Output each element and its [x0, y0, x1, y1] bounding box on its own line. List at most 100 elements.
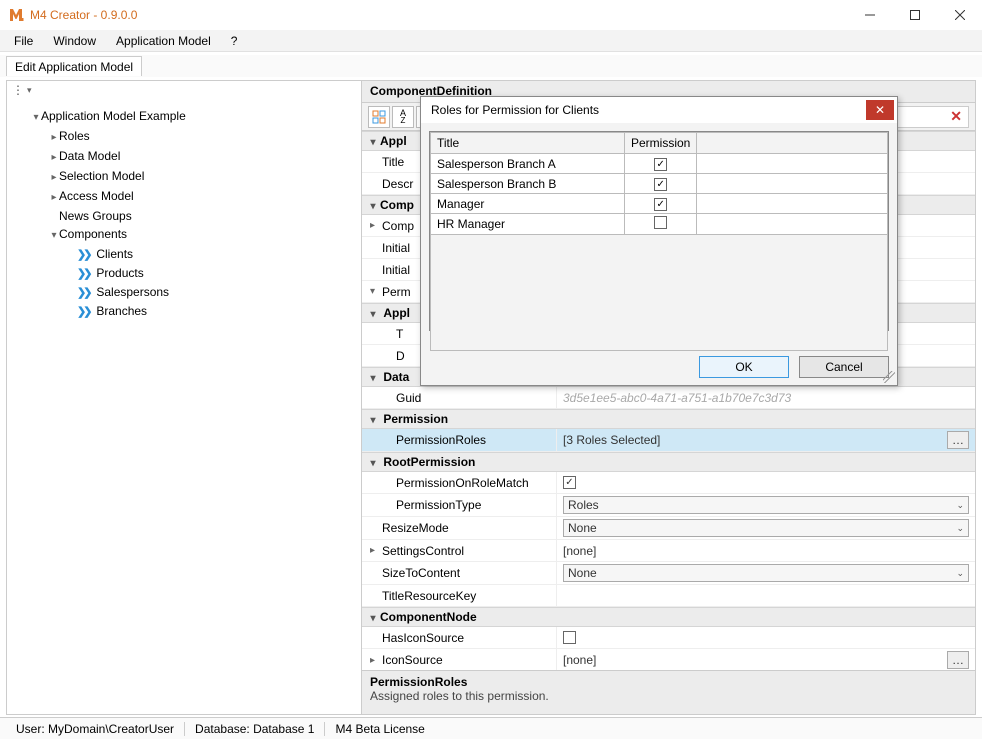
table-row: Salesperson Branch B✓ — [431, 174, 888, 194]
prop-perm: Perm — [382, 285, 411, 299]
cat-rootpermission[interactable]: RootPermission — [383, 455, 475, 469]
component-icon — [77, 302, 93, 321]
tree-roles[interactable]: Roles — [59, 129, 90, 143]
tree-components[interactable]: Components — [59, 227, 127, 241]
prop-initial2: Initial — [382, 263, 410, 277]
tree-selectionmodel[interactable]: Selection Model — [59, 169, 144, 183]
status-license: M4 Beta License — [325, 722, 434, 736]
roles-dialog: Roles for Permission for Clients ✕ Title… — [420, 96, 898, 386]
menu-window[interactable]: Window — [43, 32, 106, 50]
cat-permission[interactable]: Permission — [383, 412, 448, 426]
application-model-tree[interactable]: Application Model Example Roles Data Mod… — [7, 101, 361, 327]
prop-guid: Guid — [396, 391, 421, 405]
clear-icon[interactable]: ✕ — [950, 108, 962, 125]
table-row: HR Manager — [431, 214, 888, 235]
dialog-titlebar[interactable]: Roles for Permission for Clients ✕ — [421, 97, 897, 123]
resizemode-dropdown[interactable]: None⌄ — [563, 519, 969, 537]
tree-comp-clients[interactable]: Clients — [96, 247, 133, 261]
prop-title: Title — [382, 155, 404, 169]
tree-comp-branches[interactable]: Branches — [96, 304, 147, 318]
title-bar: M4 Creator - 0.9.0.0 — [0, 0, 982, 30]
permissionroles-value[interactable]: [3 Roles Selected] — [563, 433, 943, 447]
col-permission[interactable]: Permission — [624, 133, 696, 154]
prop-d: D — [396, 349, 405, 363]
component-icon — [77, 264, 93, 283]
expander-icon[interactable] — [49, 227, 59, 245]
checkbox[interactable]: ✓ — [654, 178, 667, 191]
tab-options-button[interactable]: ⋮▾ — [8, 80, 30, 100]
menu-help[interactable]: ? — [221, 32, 248, 50]
checkbox[interactable] — [654, 216, 667, 229]
tree-panel: Application Model Example Roles Data Mod… — [7, 81, 362, 714]
prop-t: T — [396, 327, 403, 341]
expander-icon[interactable] — [49, 189, 59, 207]
maximize-button[interactable] — [892, 0, 937, 30]
guid-value: 3d5e1ee5-abc0-4a71-a751-a1b70e7c3d73 — [563, 391, 791, 405]
menu-bar: File Window Application Model ? — [0, 30, 982, 52]
prop-stc: SizeToContent — [382, 566, 460, 580]
prop-comp: Comp — [382, 219, 414, 233]
tree-accessmodel[interactable]: Access Model — [59, 189, 134, 203]
categorized-button[interactable] — [368, 106, 390, 128]
permissiontype-dropdown[interactable]: Roles⌄ — [563, 496, 969, 514]
settings-value: [none] — [563, 544, 596, 558]
table-row: Salesperson Branch A✓ — [431, 154, 888, 174]
tree-root[interactable]: Application Model Example — [41, 109, 186, 123]
tree-newsgroups[interactable]: News Groups — [59, 209, 132, 223]
prop-descr: Descr — [382, 177, 413, 191]
checkbox[interactable]: ✓ — [563, 476, 576, 489]
prop-ptype: PermissionType — [396, 498, 481, 512]
status-user: User: MyDomain\CreatorUser — [6, 722, 185, 736]
alphabetical-button[interactable]: AZ — [392, 106, 414, 128]
prop-initial: Initial — [382, 241, 410, 255]
close-button[interactable] — [937, 0, 982, 30]
status-bar: User: MyDomain\CreatorUser Database: Dat… — [0, 717, 982, 739]
component-icon — [77, 245, 93, 264]
status-database: Database: Database 1 — [185, 722, 325, 736]
col-blank — [697, 133, 888, 154]
component-icon — [77, 283, 93, 302]
window-title: M4 Creator - 0.9.0.0 — [30, 8, 137, 22]
col-title[interactable]: Title — [431, 133, 625, 154]
cat-comp[interactable]: Comp — [380, 198, 414, 212]
checkbox[interactable]: ✓ — [654, 158, 667, 171]
prop-hasicon: HasIconSource — [382, 631, 464, 645]
dialog-title: Roles for Permission for Clients — [431, 103, 866, 117]
tab-edit-application-model[interactable]: Edit Application Model — [6, 56, 142, 76]
prop-trk: TitleResourceKey — [382, 589, 476, 603]
minimize-button[interactable] — [847, 0, 892, 30]
iconsrc-value[interactable]: [none] — [563, 653, 943, 667]
ellipsis-button[interactable]: … — [947, 651, 969, 669]
expander-icon[interactable] — [49, 149, 59, 167]
tree-datamodel[interactable]: Data Model — [59, 149, 120, 163]
prop-permissionroles: PermissionRoles — [396, 433, 486, 447]
cancel-button[interactable]: Cancel — [799, 356, 889, 378]
app-logo-icon — [8, 7, 24, 23]
cat-app2[interactable]: Appl — [383, 306, 410, 320]
ellipsis-button[interactable]: … — [947, 431, 969, 449]
cat-data[interactable]: Data — [383, 370, 409, 384]
menu-file[interactable]: File — [4, 32, 43, 50]
document-tab-strip: Edit Application Model — [0, 55, 982, 77]
tree-comp-salespersons[interactable]: Salespersons — [96, 285, 169, 299]
expander-icon[interactable] — [49, 129, 59, 147]
cat-app[interactable]: Appl — [380, 134, 407, 148]
dialog-close-button[interactable]: ✕ — [866, 100, 894, 120]
expander-icon[interactable] — [49, 169, 59, 187]
menu-application-model[interactable]: Application Model — [106, 32, 221, 50]
prop-ponrm: PermissionOnRoleMatch — [396, 476, 529, 490]
tree-comp-products[interactable]: Products — [96, 266, 143, 280]
ok-button[interactable]: OK — [699, 356, 789, 378]
prop-resize: ResizeMode — [382, 521, 449, 535]
checkbox[interactable]: ✓ — [654, 198, 667, 211]
property-description: PermissionRoles Assigned roles to this p… — [362, 670, 975, 714]
table-row: Manager✓ — [431, 194, 888, 214]
resize-grip-icon[interactable] — [883, 371, 895, 383]
sizetocontent-dropdown[interactable]: None⌄ — [563, 564, 969, 582]
checkbox[interactable] — [563, 631, 576, 644]
expander-icon[interactable] — [31, 109, 41, 127]
desc-title: PermissionRoles — [370, 675, 967, 689]
cat-componentnode[interactable]: ComponentNode — [380, 610, 477, 624]
desc-text: Assigned roles to this permission. — [370, 689, 967, 703]
roles-grid[interactable]: Title Permission Salesperson Branch A✓ S… — [429, 131, 889, 331]
